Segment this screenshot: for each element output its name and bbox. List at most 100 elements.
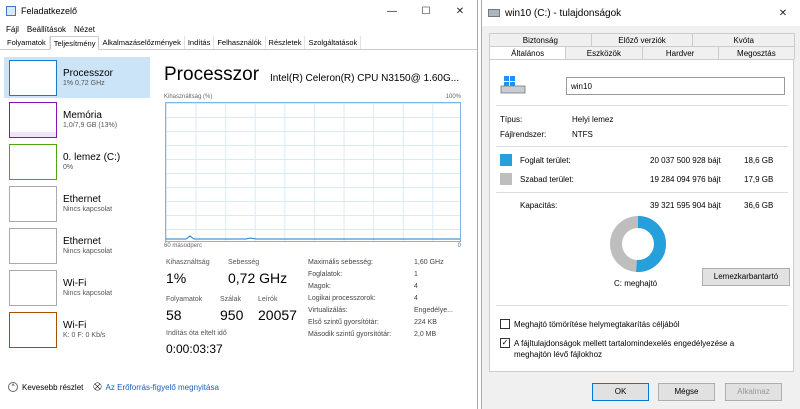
disk-thumbnail [9,143,57,180]
detail-value: 224 KB [414,319,437,326]
sidebar-item-sub: Nincs kapcsolat [63,290,113,297]
sidebar-item-label: Wi-Fi [63,320,87,331]
resource-monitor-link[interactable]: Az Erőforrás-figyelő megnyitása [106,383,219,392]
close-button[interactable]: ✕ [443,6,477,17]
task-manager-icon [6,6,16,16]
speed-label: Sebesség [228,259,260,266]
disk-usage-donut [610,216,666,272]
dialog-title: win10 (C:) - tulajdonságok [505,7,622,19]
fewer-details-link[interactable]: Kevesebb részlet [22,383,83,392]
dialog-close-button[interactable]: ✕ [766,8,800,19]
title-bar: Feladatkezelő — ☐ ✕ [0,0,477,22]
sidebar-item-label: Ethernet [63,236,101,247]
graph-labels: Kihasználtság (%) 100% [164,94,461,100]
used-space-swatch [500,154,512,166]
tab-tools[interactable]: Eszközök [565,46,643,59]
tab-processes[interactable]: Folyamatok [4,36,50,49]
tab-previous-versions[interactable]: Előző verziók [590,33,694,46]
memory-thumbnail [9,101,57,138]
used-space-bytes: 20 037 500 928 bájt [650,156,721,165]
chevron-up-icon[interactable]: ^ [8,382,18,392]
tab-details[interactable]: Részletek [266,36,306,49]
ok-button[interactable]: OK [592,383,649,401]
sidebar-item-ethernet-1[interactable]: Ethernet Nincs kapcsolat [4,183,150,224]
sidebar-item-label: Wi-Fi [63,278,87,289]
performance-sidebar: Processzor 1% 0,72 GHz Memória 1,0/7,9 GB … [4,57,150,350]
tab-general[interactable]: Általános [489,46,567,59]
index-label-line1: A fájltulajdonságok mellett tartalominde… [514,339,735,348]
resource-monitor-icon: ⛒ [93,382,102,391]
tab-quota[interactable]: Kvóta [692,33,796,46]
free-space-gb: 17,9 GB [744,175,774,184]
cancel-button[interactable]: Mégse [658,383,715,401]
menu-view[interactable]: Nézet [74,25,95,34]
detail-row: Virtualizálás: Engedélye... [308,307,468,314]
sidebar-item-label: Processzor [63,68,114,79]
compress-checkbox[interactable] [500,319,510,329]
free-space-swatch [500,173,512,185]
type-label: Típus: [500,115,523,124]
dialog-title-bar: win10 (C:) - tulajdonságok ✕ [482,0,800,26]
cpu-utilization-graph [165,102,461,242]
menu-file[interactable]: Fájl [6,25,19,34]
sidebar-item-disk[interactable]: 0. lemez (C:) 0% [4,141,150,182]
processes-label: Folyamatok [166,296,203,303]
detail-row: Foglalatok: 1 [308,271,468,278]
divider [496,305,788,306]
processes-value: 58 [166,307,182,323]
threads-value: 950 [220,307,244,323]
detail-key: Foglalatok: [308,271,343,278]
sidebar-item-cpu[interactable]: Processzor 1% 0,72 GHz [4,57,150,98]
detail-key: Második szintű gyorsítótár: [308,331,392,338]
detail-row: Első szintű gyorsítótár: 224 KB [308,319,468,326]
threads-label: Szálak [220,296,242,303]
detail-row: Logikai processzorok: 4 [308,295,468,302]
graph-label-right: 100% [445,94,461,100]
graph-label-left: Kihasználtság (%) [164,94,213,100]
tab-performance[interactable]: Teljesítmény [49,36,100,50]
tab-hardware[interactable]: Hardver [641,46,719,59]
sidebar-item-ethernet-2[interactable]: Ethernet Nincs kapcsolat [4,225,150,266]
page-title: Processzor [164,64,260,85]
cpu-panel: Processzor Intel(R) Celeron(R) CPU N3150… [164,64,464,356]
sidebar-item-memory[interactable]: Memória 1,0/7,9 GB (13%) [4,99,150,140]
tab-startup[interactable]: Indítás [185,36,215,49]
handles-value: 20057 [258,307,297,323]
filesystem-value: NTFS [572,130,593,139]
apply-button[interactable]: Alkalmaz [725,383,782,401]
general-panel: win10 Típus: Helyi lemez Fájlrendszer: N… [489,59,794,372]
volume-name-input[interactable]: win10 [566,77,785,95]
sidebar-item-sub: K: 0 F: 0 Kb/s [63,332,106,339]
detail-row: Magok: 4 [308,283,468,290]
tab-services[interactable]: Szolgáltatások [305,36,362,49]
drive-label: C: meghajtó [614,279,658,288]
menu-options[interactable]: Beállítások [27,25,66,34]
tab-security[interactable]: Biztonság [489,33,592,46]
drive-properties-dialog: win10 (C:) - tulajdonságok ✕ Biztonság E… [481,0,800,409]
index-checkbox[interactable]: ✓ [500,338,510,348]
uptime-label: Indítás óta eltelt idő [166,330,227,337]
sidebar-item-wifi-1[interactable]: Wi-Fi Nincs kapcsolat [4,267,150,308]
cpu-model: Intel(R) Celeron(R) CPU N3150@ 1.60G... [270,73,460,84]
util-label: Kihasználtság [166,259,210,266]
uptime-value: 0:00:03:37 [166,342,223,356]
sidebar-item-sub: 0% [63,164,74,171]
window-title: Feladatkezelő [21,6,78,16]
ethernet-thumbnail [9,227,57,264]
divider [496,105,788,106]
detail-key: Első szintű gyorsítótár: [308,319,379,326]
detail-value: 1 [414,271,418,278]
tab-users[interactable]: Felhasználók [214,36,266,49]
sidebar-item-wifi-2[interactable]: Wi-Fi K: 0 F: 0 Kb/s [4,309,150,350]
graph-footer: 60 másodperc 0 [164,243,461,249]
detail-key: Magok: [308,283,331,290]
maximize-button[interactable]: ☐ [409,6,443,17]
minimize-button[interactable]: — [375,6,409,17]
disk-cleanup-button[interactable]: Lemezkarbantartó [702,268,790,286]
drive-icon [488,9,500,17]
tab-app-history[interactable]: Alkalmazáselőzmények [99,36,185,49]
detail-value: 4 [414,295,418,302]
sidebar-item-label: Memória [63,110,102,121]
detail-value: Engedélye... [414,307,453,314]
tab-sharing[interactable]: Megosztás [717,46,795,59]
